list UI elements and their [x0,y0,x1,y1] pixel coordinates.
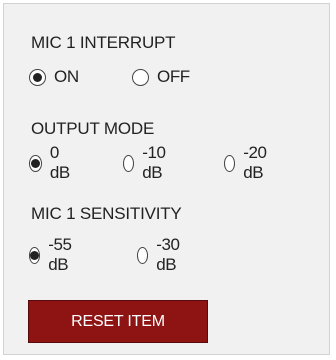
output-mode-minus20db-label: -20 dB [243,143,267,182]
radio-unselected-icon [123,154,135,172]
reset-item-button[interactable]: RESET ITEM [28,300,208,343]
mic-sensitivity-minus55db-radio[interactable]: -55 dB [29,235,77,274]
radio-selected-icon [29,154,42,172]
mic-sensitivity-minus55db-label: -55 dB [48,235,72,274]
mic-interrupt-on-radio[interactable]: ON [29,64,79,90]
radio-unselected-icon [137,246,149,264]
mic-interrupt-title: MIC 1 INTERRUPT [31,33,176,52]
mic-sensitivity-title: MIC 1 SENSITIVITY [31,204,182,223]
output-mode-0db-label: 0 dB [49,143,70,182]
radio-unselected-icon [224,154,236,172]
radio-selected-icon [29,246,41,264]
output-mode-minus20db-radio[interactable]: -20 dB [224,143,272,182]
mic-sensitivity-minus30db-radio[interactable]: -30 dB [137,235,185,274]
mic-sensitivity-minus30db-label: -30 dB [156,235,180,274]
mic-interrupt-off-radio[interactable]: OFF [132,64,190,90]
radio-unselected-icon [132,68,149,86]
radio-selected-icon [29,68,46,86]
output-mode-minus10db-label: -10 dB [142,143,166,182]
mic-interrupt-on-label: ON [54,67,79,86]
output-mode-0db-radio[interactable]: 0 dB [29,143,74,182]
output-mode-minus10db-radio[interactable]: -10 dB [123,143,171,182]
output-mode-title: OUTPUT MODE [31,119,155,138]
mic-interrupt-off-label: OFF [157,67,190,86]
